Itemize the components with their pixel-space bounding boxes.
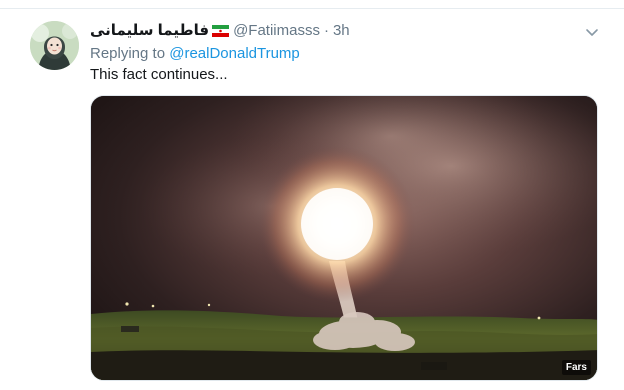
tweet-text: This fact continues...	[90, 66, 228, 83]
divider	[0, 8, 624, 9]
iran-flag-icon	[212, 25, 230, 37]
chevron-down-icon[interactable]	[584, 24, 600, 40]
tweet-media[interactable]: Fars	[90, 95, 598, 381]
tweet[interactable]: فاطیما سلیمانی @Fatiimasss · 3h Replying…	[0, 0, 624, 390]
tweet-header: فاطیما سلیمانی @Fatiimasss · 3h	[90, 20, 350, 42]
avatar[interactable]	[30, 21, 79, 70]
display-name[interactable]: فاطیما سلیمانی	[90, 21, 209, 41]
separator: ·	[323, 22, 329, 39]
missile-launch-photo	[91, 96, 597, 380]
replying-label: Replying to	[90, 45, 166, 62]
media-watermark: Fars	[561, 360, 591, 375]
timestamp[interactable]: 3h	[333, 21, 350, 41]
reply-mention-link[interactable]: @realDonaldTrump	[169, 45, 300, 62]
avatar-image	[30, 21, 79, 70]
replying-to: Replying to @realDonaldTrump	[90, 44, 300, 64]
user-handle[interactable]: @Fatiimasss	[233, 21, 320, 41]
